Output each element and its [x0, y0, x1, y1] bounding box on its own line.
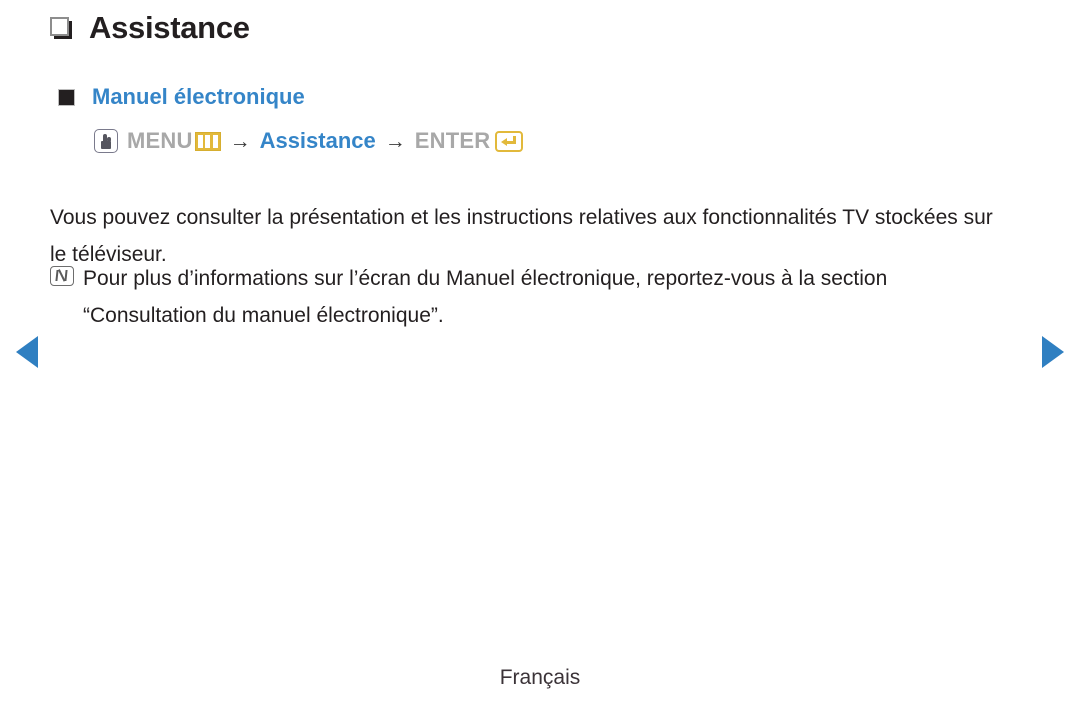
next-page-arrow[interactable]	[1042, 336, 1064, 368]
filled-square-bullet-icon	[58, 88, 75, 106]
menu-bars-icon	[194, 131, 221, 151]
path-arrow-2: →	[384, 129, 406, 153]
note-n-icon	[50, 266, 74, 286]
menu-path-enter-label: ENTER	[414, 128, 491, 153]
page-title: Assistance	[89, 10, 250, 45]
enter-return-icon	[495, 130, 524, 152]
path-arrow-1: →	[229, 129, 251, 153]
menu-path-menu-label: MENU	[127, 128, 193, 153]
stacked-square-icon	[50, 16, 72, 39]
previous-page-arrow[interactable]	[16, 336, 38, 368]
footer-language-label: Français	[499, 666, 581, 689]
note-text: Pour plus d’informations sur l’écran du …	[83, 267, 888, 327]
page-title-row: Assistance	[50, 12, 250, 43]
section-heading-row: Manuel électronique	[58, 86, 305, 108]
note-block: Pour plus d’informations sur l’écran du …	[50, 260, 1010, 334]
section-heading-label: Manuel électronique	[92, 84, 305, 109]
remote-hand-press-icon	[94, 129, 118, 153]
menu-path-target-label: Assistance	[259, 128, 376, 153]
menu-path-row: MENU → Assistance → ENTER	[94, 128, 524, 153]
